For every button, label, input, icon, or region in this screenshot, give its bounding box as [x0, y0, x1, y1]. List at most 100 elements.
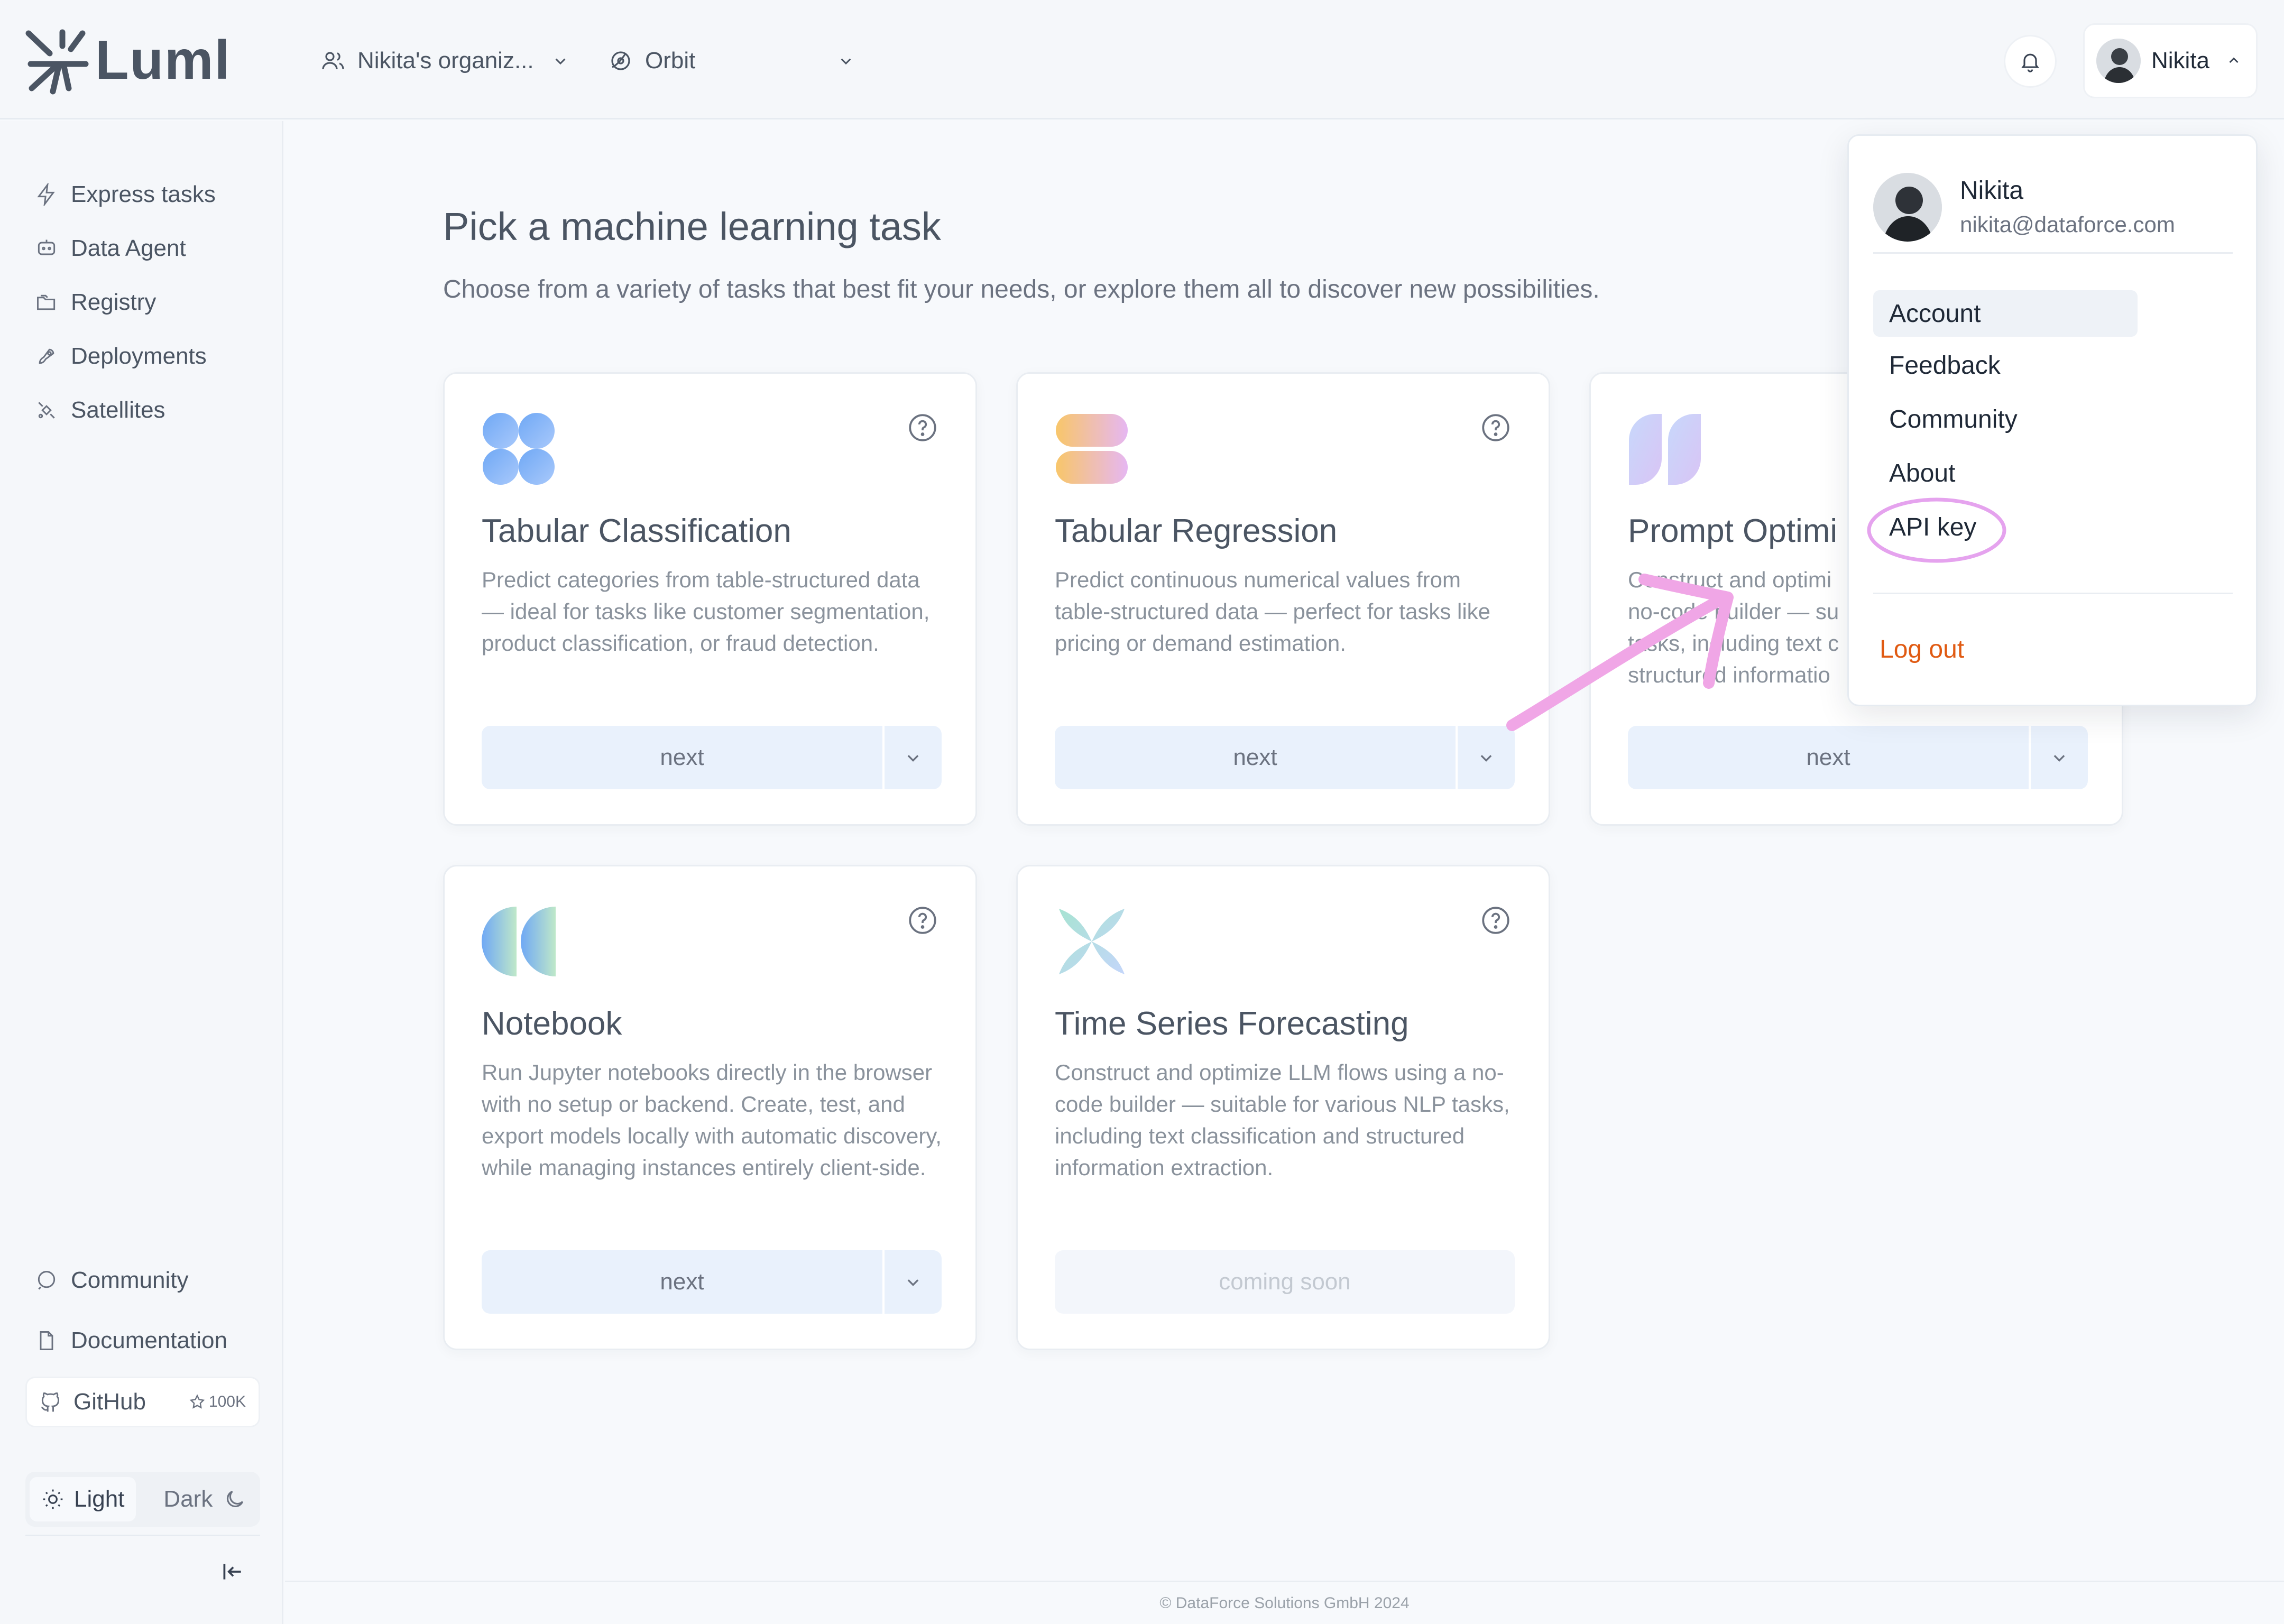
prompt-optimization-icon: [1629, 414, 1701, 485]
card-title: Time Series Forecasting: [1055, 1005, 1409, 1042]
chevron-down-icon: [2053, 755, 2065, 762]
menu-user-email: nikita@dataforce.com: [1960, 212, 2175, 237]
notifications-button[interactable]: [2004, 35, 2057, 88]
page-subtitle: Choose from a variety of tasks that best…: [443, 275, 1600, 303]
task-card-time-series-forecasting: Time Series Forecasting Construct and op…: [1016, 865, 1550, 1350]
user-name: Nikita: [2151, 48, 2210, 73]
theme-dark-option[interactable]: Dark: [152, 1477, 258, 1521]
tabular-regression-icon: [1056, 414, 1128, 484]
card-description: Construct and optimi no-code builder — s…: [1628, 567, 1839, 687]
time-series-icon: [1059, 909, 1125, 974]
options-dropdown-button[interactable]: [2031, 726, 2088, 789]
star-icon: [189, 1394, 205, 1409]
options-dropdown-button[interactable]: [1458, 726, 1515, 789]
card-actions: next: [1055, 726, 1515, 789]
folders-icon: [37, 294, 56, 310]
bell-icon: [2021, 53, 2039, 72]
sidebar-item-data-agent[interactable]: Data Agent: [35, 225, 186, 272]
options-dropdown-button[interactable]: [885, 726, 942, 789]
card-title: Prompt Optimi: [1628, 513, 1838, 549]
github-icon: [41, 1392, 60, 1412]
bolt-icon: [37, 183, 55, 206]
logout-button[interactable]: Log out: [1880, 635, 1964, 664]
card-actions: next: [1628, 726, 2088, 789]
document-icon: [40, 1331, 53, 1350]
users-icon: [322, 52, 344, 70]
card-description: Construct and optimize LLM flows using a…: [1055, 1060, 1510, 1180]
sidebar: Express tasks Data Agent Registry Deploy…: [0, 121, 283, 1624]
task-card-notebook: Notebook Run Jupyter notebooks directly …: [443, 865, 977, 1350]
options-dropdown-button[interactable]: [885, 1250, 942, 1314]
notebook-icon: [482, 907, 556, 976]
organization-selector[interactable]: Nikita's organiz...: [320, 37, 571, 85]
task-card-tabular-classification: Tabular Classification Predict categorie…: [443, 372, 977, 826]
sidebar-documentation-link[interactable]: Documentation: [35, 1317, 227, 1364]
menu-divider: [1873, 252, 2233, 254]
avatar: [2096, 39, 2141, 83]
menu-user-name: Nikita: [1960, 177, 2024, 205]
top-header: Luml Nikita's organiz... Orbit Nikita: [0, 0, 2284, 119]
sidebar-item-deployments[interactable]: Deployments: [35, 333, 207, 380]
avatar: [1873, 173, 1942, 242]
help-icon[interactable]: [1480, 412, 1512, 444]
coming-soon-button: coming soon: [1055, 1250, 1515, 1314]
next-button[interactable]: next: [1055, 726, 1456, 789]
logo-mark-icon: [25, 29, 89, 95]
chevron-down-icon: [841, 58, 851, 65]
help-icon[interactable]: [1480, 905, 1512, 936]
brand-name: Luml: [95, 29, 231, 91]
sidebar-community-link[interactable]: Community: [35, 1257, 189, 1304]
footer: © DataForce Solutions GmbH 2024: [285, 1581, 2284, 1624]
chevron-down-icon: [1480, 755, 1492, 762]
menu-item-community[interactable]: Community: [1873, 396, 2138, 442]
help-icon[interactable]: [907, 905, 938, 936]
sidebar-item-registry[interactable]: Registry: [35, 279, 156, 326]
card-actions: coming soon: [1055, 1250, 1515, 1314]
orbit-selector[interactable]: Orbit: [608, 37, 856, 85]
sidebar-divider: [25, 1535, 260, 1536]
chevron-down-icon: [907, 1279, 919, 1286]
card-title: Tabular Classification: [482, 513, 791, 549]
orbit-icon: [611, 51, 630, 70]
chevron-down-icon: [555, 58, 566, 65]
help-icon[interactable]: [907, 412, 938, 444]
theme-light-option[interactable]: Light: [30, 1477, 136, 1521]
github-link[interactable]: GitHub 100K: [25, 1377, 260, 1427]
next-button[interactable]: next: [482, 1250, 882, 1314]
menu-item-feedback[interactable]: Feedback: [1873, 342, 2138, 389]
user-menu-button[interactable]: Nikita: [2083, 23, 2258, 98]
next-button[interactable]: next: [1628, 726, 2029, 789]
sidebar-item-satellites[interactable]: Satellites: [35, 386, 165, 434]
theme-switcher: Light Dark: [25, 1472, 260, 1527]
organization-name: Nikita's organiz...: [357, 48, 534, 73]
menu-divider: [1873, 593, 2233, 594]
card-actions: next: [482, 1250, 942, 1314]
menu-item-about[interactable]: About: [1873, 450, 2138, 496]
satellite-icon: [38, 402, 55, 419]
card-title: Tabular Regression: [1055, 513, 1338, 549]
collapse-sidebar-icon[interactable]: [219, 1558, 245, 1585]
chat-bot-icon: [38, 239, 56, 255]
card-description: Run Jupyter notebooks directly in the br…: [482, 1060, 942, 1180]
sidebar-item-express-tasks[interactable]: Express tasks: [35, 171, 216, 218]
annotation-circle-icon: [1867, 497, 2006, 563]
next-button[interactable]: next: [482, 726, 882, 789]
copyright-text: © DataForce Solutions GmbH 2024: [1159, 1594, 1410, 1612]
chevron-up-icon: [2229, 57, 2239, 63]
moon-icon: [227, 1490, 244, 1507]
page-title: Pick a machine learning task: [443, 205, 941, 248]
card-description: Predict categories from table-structured…: [482, 567, 930, 656]
chat-bubble-icon: [38, 1271, 56, 1290]
user-dropdown-menu: Nikita nikita@dataforce.com Account Feed…: [1847, 134, 2258, 706]
github-stars: 100K: [189, 1393, 246, 1411]
card-actions: next: [482, 726, 942, 789]
rocket-icon: [39, 348, 54, 364]
card-description: Predict continuous numerical values from…: [1055, 567, 1491, 656]
card-title: Notebook: [482, 1005, 622, 1042]
brand-logo[interactable]: Luml: [23, 23, 231, 97]
orbit-name: Orbit: [645, 48, 696, 73]
chevron-down-icon: [907, 755, 919, 762]
task-card-tabular-regression: Tabular Regression Predict continuous nu…: [1016, 372, 1550, 826]
tabular-classification-icon: [483, 413, 555, 485]
menu-item-account[interactable]: Account: [1873, 290, 2138, 337]
